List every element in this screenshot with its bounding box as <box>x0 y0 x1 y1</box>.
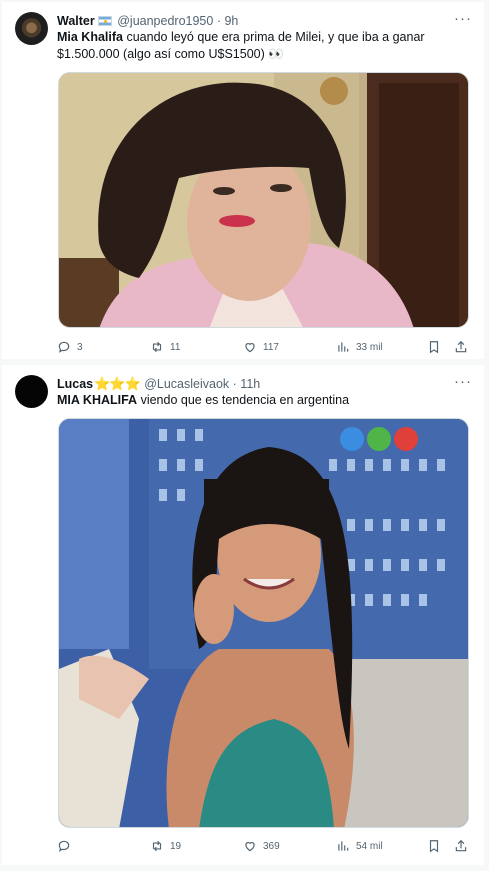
author-handle[interactable]: @juanpedro1950 <box>117 14 213 28</box>
author-name[interactable]: Walter <box>57 14 95 28</box>
bookmark-icon <box>429 840 439 853</box>
tweet-text: MIA KHALIFA viendo que es tendencia en a… <box>57 392 470 409</box>
tweet-card[interactable]: Walter @juanpedro1950 · 9h ··· Mia Khali… <box>2 2 484 359</box>
views-count: 54 mil <box>356 840 383 852</box>
tweet-header: Lucas⭐⭐⭐ @Lucasleivaok · 11h <box>57 375 444 393</box>
views-button[interactable]: 54 mil <box>336 837 383 855</box>
tweet-text: Mia Khalifa cuando leyó que era prima de… <box>57 29 470 63</box>
author-handle[interactable]: @Lucasleivaok <box>144 377 229 391</box>
heart-icon <box>245 343 255 353</box>
reply-count: 3 <box>77 341 83 353</box>
repost-button[interactable]: 19 <box>150 837 181 855</box>
like-button[interactable]: 117 <box>243 338 279 356</box>
heart-icon <box>245 842 255 852</box>
reply-icon <box>58 840 70 852</box>
author-name[interactable]: Lucas <box>57 377 93 391</box>
like-count: 369 <box>263 840 280 852</box>
repost-count: 11 <box>170 341 181 353</box>
views-count: 33 mil <box>356 341 383 353</box>
tweet-text-body: viendo que es tendencia en argentina <box>137 393 350 407</box>
views-chart-icon <box>338 342 349 352</box>
like-count: 117 <box>263 341 279 353</box>
tweet-photo[interactable] <box>58 418 469 828</box>
tweet-actions: 3 11 117 33 mil <box>57 338 470 356</box>
timeline-feed: Walter @juanpedro1950 · 9h ··· Mia Khali… <box>0 0 489 871</box>
photo-woman-black-bob-wig <box>59 73 468 327</box>
tweet-header: Walter @juanpedro1950 · 9h <box>57 12 444 30</box>
separator-dot: · <box>216 14 221 28</box>
views-button[interactable]: 33 mil <box>336 338 383 356</box>
avatar[interactable] <box>15 12 48 45</box>
bookmark-icon <box>429 341 439 354</box>
bookmark-button[interactable] <box>427 338 441 356</box>
more-options-icon[interactable]: ··· <box>454 10 472 28</box>
repost-count: 19 <box>170 840 182 852</box>
share-button[interactable] <box>454 338 468 356</box>
reply-icon <box>58 341 70 353</box>
share-icon <box>455 340 467 353</box>
tweet-text-bold: MIA KHALIFA <box>57 393 138 407</box>
argentina-flag-icon <box>97 16 112 26</box>
avatar[interactable] <box>15 375 48 408</box>
reply-button[interactable]: 3 <box>57 338 83 356</box>
views-chart-icon <box>338 841 349 851</box>
separator-dot: · <box>232 377 237 391</box>
like-button[interactable]: 369 <box>243 837 280 855</box>
tweet-text-bold: Mia Khalifa <box>57 30 123 44</box>
more-options-icon[interactable]: ··· <box>454 373 472 391</box>
repost-button[interactable]: 11 <box>150 338 180 356</box>
repost-icon <box>152 341 162 353</box>
star-badge-icon: ⭐⭐⭐ <box>94 376 141 391</box>
bookmark-button[interactable] <box>427 837 441 855</box>
photo-woman-tv-studio <box>59 419 468 827</box>
timestamp[interactable]: 11h <box>240 377 260 391</box>
tweet-actions: 19 369 54 mil <box>57 837 470 855</box>
repost-icon <box>152 840 162 852</box>
reply-button[interactable] <box>57 837 77 855</box>
eyes-emoji-icon: 👀 <box>268 47 284 61</box>
share-button[interactable] <box>454 837 468 855</box>
tweet-card[interactable]: Lucas⭐⭐⭐ @Lucasleivaok · 11h ··· MIA KHA… <box>2 365 484 865</box>
tweet-photo[interactable] <box>58 72 469 328</box>
timestamp[interactable]: 9h <box>224 14 238 28</box>
share-icon <box>455 839 467 852</box>
